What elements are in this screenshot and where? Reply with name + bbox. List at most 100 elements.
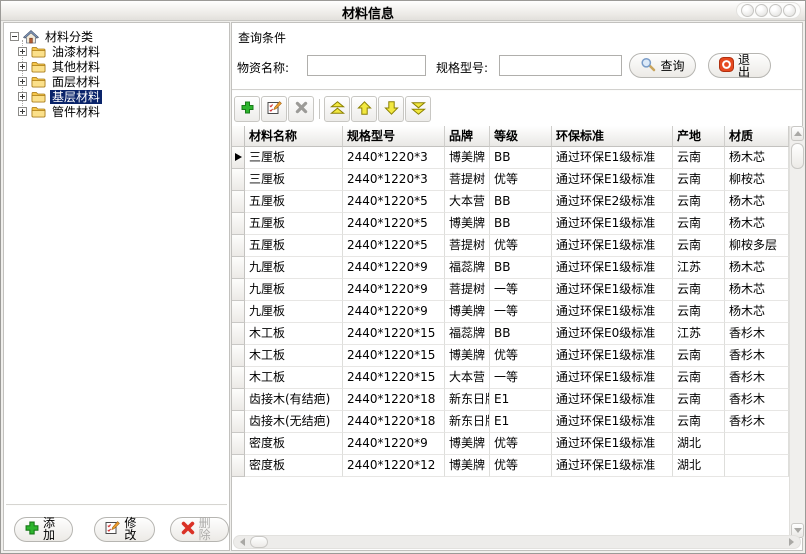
spec-model-input[interactable] <box>499 55 622 76</box>
cell-grade[interactable]: 一等 <box>490 301 552 323</box>
table-row[interactable]: 三厘板 2440*1220*3 博美牌 BB 通过环保E1级标准 云南 杨木芯 <box>232 147 789 169</box>
modify-button[interactable]: 修改 <box>94 517 154 542</box>
cell-material-texture[interactable] <box>725 433 789 455</box>
cell-material-texture[interactable]: 香杉木 <box>725 345 789 367</box>
cell-material-texture[interactable]: 香杉木 <box>725 389 789 411</box>
cell-origin[interactable]: 云南 <box>673 169 725 191</box>
cell-env-standard[interactable]: 通过环保E1级标准 <box>552 389 673 411</box>
column-header-env-standard[interactable]: 环保标准 <box>552 126 673 147</box>
cell-brand[interactable]: 大本营 <box>445 367 490 389</box>
table-row[interactable]: 密度板 2440*1220*12 博美牌 优等 通过环保E1级标准 湖北 <box>232 455 789 477</box>
row-selector-cell[interactable] <box>232 411 245 433</box>
cell-spec-model[interactable]: 2440*1220*9 <box>343 257 445 279</box>
cell-spec-model[interactable]: 2440*1220*15 <box>343 345 445 367</box>
cell-origin[interactable]: 云南 <box>673 279 725 301</box>
expand-icon[interactable] <box>18 107 27 116</box>
cell-grade[interactable]: 优等 <box>490 345 552 367</box>
cell-origin[interactable]: 云南 <box>673 235 725 257</box>
cell-spec-model[interactable]: 2440*1220*5 <box>343 191 445 213</box>
row-selector-cell[interactable] <box>232 213 245 235</box>
table-row[interactable]: 齿接木(无结疤) 2440*1220*18 新东日牌 E1 通过环保E1级标准 … <box>232 411 789 433</box>
row-selector-cell[interactable] <box>232 433 245 455</box>
cell-brand[interactable]: 新东日牌 <box>445 411 490 433</box>
cell-env-standard[interactable]: 通过环保E1级标准 <box>552 279 673 301</box>
cell-brand[interactable]: 菩提树 <box>445 279 490 301</box>
tree-item-label[interactable]: 面层材料 <box>50 75 102 89</box>
cell-origin[interactable]: 江苏 <box>673 323 725 345</box>
cell-material-name[interactable]: 木工板 <box>245 323 343 345</box>
vertical-scroll-thumb[interactable] <box>791 143 804 169</box>
cell-material-texture[interactable]: 柳桉多层 <box>725 235 789 257</box>
cell-material-texture[interactable]: 杨木芯 <box>725 257 789 279</box>
cell-material-name[interactable]: 木工板 <box>245 367 343 389</box>
expand-icon[interactable] <box>18 77 27 86</box>
expand-icon[interactable] <box>18 92 27 101</box>
cell-env-standard[interactable]: 通过环保E2级标准 <box>552 191 673 213</box>
cell-env-standard[interactable]: 通过环保E1级标准 <box>552 213 673 235</box>
cell-brand[interactable]: 新东日牌 <box>445 389 490 411</box>
previous-record-button[interactable] <box>351 96 377 122</box>
cell-material-texture[interactable]: 柳桉芯 <box>725 169 789 191</box>
horizontal-scrollbar[interactable] <box>233 535 801 549</box>
cell-brand[interactable]: 博美牌 <box>445 345 490 367</box>
cell-grade[interactable]: BB <box>490 191 552 213</box>
cell-material-name[interactable]: 齿接木(无结疤) <box>245 411 343 433</box>
row-selector-cell[interactable] <box>232 235 245 257</box>
first-record-button[interactable] <box>324 96 350 122</box>
expand-icon[interactable] <box>18 62 27 71</box>
search-button[interactable]: 查询 <box>629 53 696 78</box>
cell-grade[interactable]: E1 <box>490 389 552 411</box>
tree-item-label[interactable]: 其他材料 <box>50 60 102 74</box>
cell-env-standard[interactable]: 通过环保E1级标准 <box>552 147 673 169</box>
cell-origin[interactable]: 云南 <box>673 147 725 169</box>
table-row[interactable]: 三厘板 2440*1220*3 菩提树 优等 通过环保E1级标准 云南 柳桉芯 <box>232 169 789 191</box>
cell-grade[interactable]: 优等 <box>490 235 552 257</box>
tree-item[interactable]: 管件材料 <box>18 104 227 119</box>
cell-material-name[interactable]: 九厘板 <box>245 301 343 323</box>
cell-material-name[interactable]: 九厘板 <box>245 257 343 279</box>
window-control-icon[interactable] <box>755 4 768 17</box>
cell-brand[interactable]: 博美牌 <box>445 301 490 323</box>
toolbar-modify-button[interactable] <box>261 96 287 122</box>
vertical-scrollbar[interactable] <box>789 126 804 538</box>
row-selector-cell[interactable] <box>232 257 245 279</box>
window-control-icon[interactable] <box>741 4 754 17</box>
cell-grade[interactable]: 一等 <box>490 367 552 389</box>
cell-material-texture[interactable]: 香杉木 <box>725 411 789 433</box>
tree-item-label[interactable]: 油漆材料 <box>50 45 102 59</box>
column-header-material-name[interactable]: 材料名称 <box>245 126 343 147</box>
cell-origin[interactable]: 江苏 <box>673 257 725 279</box>
column-header-brand[interactable]: 品牌 <box>445 126 490 147</box>
table-row[interactable]: 五厘板 2440*1220*5 大本营 BB 通过环保E2级标准 云南 杨木芯 <box>232 191 789 213</box>
cell-env-standard[interactable]: 通过环保E1级标准 <box>552 301 673 323</box>
cell-origin[interactable]: 云南 <box>673 191 725 213</box>
cell-env-standard[interactable]: 通过环保E1级标准 <box>552 433 673 455</box>
cell-origin[interactable]: 云南 <box>673 301 725 323</box>
cell-spec-model[interactable]: 2440*1220*18 <box>343 389 445 411</box>
table-row[interactable]: 密度板 2440*1220*9 博美牌 优等 通过环保E1级标准 湖北 <box>232 433 789 455</box>
cell-spec-model[interactable]: 2440*1220*18 <box>343 411 445 433</box>
table-row[interactable]: 木工板 2440*1220*15 大本营 一等 通过环保E1级标准 云南 香杉木 <box>232 367 789 389</box>
cell-material-name[interactable]: 三厘板 <box>245 169 343 191</box>
cell-grade[interactable]: 优等 <box>490 169 552 191</box>
cell-grade[interactable]: E1 <box>490 411 552 433</box>
column-header-grade[interactable]: 等级 <box>490 126 552 147</box>
table-row[interactable]: 木工板 2440*1220*15 福蕊牌 BB 通过环保E0级标准 江苏 香杉木 <box>232 323 789 345</box>
cell-material-texture[interactable]: 杨木芯 <box>725 301 789 323</box>
cell-spec-model[interactable]: 2440*1220*12 <box>343 455 445 477</box>
cell-spec-model[interactable]: 2440*1220*15 <box>343 323 445 345</box>
table-row[interactable]: 五厘板 2440*1220*5 博美牌 BB 通过环保E1级标准 云南 杨木芯 <box>232 213 789 235</box>
cell-origin[interactable]: 湖北 <box>673 455 725 477</box>
cell-origin[interactable]: 云南 <box>673 367 725 389</box>
cell-env-standard[interactable]: 通过环保E1级标准 <box>552 411 673 433</box>
cell-grade[interactable]: 优等 <box>490 455 552 477</box>
scroll-right-button[interactable] <box>785 536 798 548</box>
cell-brand[interactable]: 博美牌 <box>445 213 490 235</box>
cell-brand[interactable]: 博美牌 <box>445 433 490 455</box>
cell-material-texture[interactable]: 香杉木 <box>725 367 789 389</box>
row-selector-cell[interactable] <box>232 301 245 323</box>
cell-brand[interactable]: 博美牌 <box>445 455 490 477</box>
cell-grade[interactable]: BB <box>490 213 552 235</box>
tree-root[interactable]: 材料分类 <box>10 29 227 44</box>
tree-item-label[interactable]: 管件材料 <box>50 105 102 119</box>
